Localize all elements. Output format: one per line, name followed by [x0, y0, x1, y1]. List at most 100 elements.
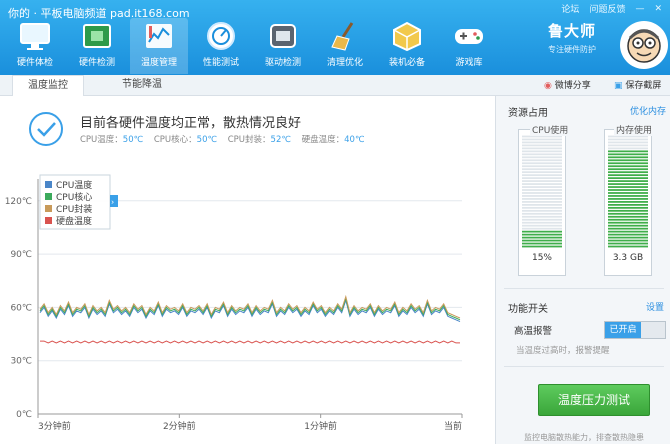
minimize-icon[interactable]: — — [635, 4, 644, 14]
meter-segment — [608, 221, 648, 224]
meter-segment — [522, 239, 562, 242]
cpu-usage-meter: 15% — [518, 129, 566, 276]
meter-segment — [608, 171, 648, 174]
nav-essentials[interactable]: 装机必备 — [378, 18, 436, 74]
legend-swatch — [45, 193, 52, 200]
weibo-share-button[interactable]: ◉ 微博分享 — [544, 78, 591, 91]
close-icon[interactable]: ✕ — [654, 4, 662, 14]
readout-value: 50℃ — [122, 135, 144, 145]
window-controls: 论坛 问题反馈 — ✕ — [561, 2, 662, 16]
status-title: 目前各硬件温度均正常，散热情况良好 — [80, 116, 302, 131]
y-tick-label: 0℃ — [16, 410, 32, 420]
readout-label: 硬盘温度： — [301, 135, 345, 145]
meter-segment — [522, 227, 562, 230]
nav-driver[interactable]: 驱动检测 — [254, 18, 312, 74]
meter-segment — [522, 198, 562, 200]
meter-segment — [522, 174, 562, 177]
meter-segment — [608, 201, 648, 203]
meter-segment — [522, 141, 562, 144]
temperature-readouts: CPU温度：50℃ CPU核心：50℃ CPU封装：52℃ 硬盘温度：40℃ — [80, 133, 373, 145]
meter-segment — [608, 239, 648, 242]
feedback-link[interactable]: 问题反馈 — [589, 2, 625, 15]
gamepad-icon — [455, 29, 483, 44]
meter-segment — [608, 209, 648, 212]
meter-segment — [522, 195, 562, 197]
readout-label: CPU核心： — [153, 135, 197, 145]
meter-segment — [522, 162, 562, 165]
meter-segment — [522, 171, 562, 174]
temperature-chart: 0℃ 30℃ 60℃ 90℃ 120℃ 3分钟前 2分钟前 1分钟前 当前 CPU温度CPU核心C… — [5, 174, 463, 432]
forum-link[interactable]: 论坛 — [561, 2, 579, 15]
gauge-icon — [207, 22, 235, 50]
nav-hardware-detect[interactable]: 硬件检测 — [68, 18, 126, 74]
meter-segment — [608, 159, 648, 162]
camera-icon: ▣ — [614, 81, 623, 91]
meter-segment — [522, 236, 562, 239]
readout-label: CPU温度： — [80, 135, 123, 145]
weibo-icon: ◉ — [544, 81, 552, 91]
y-tick-label: 30℃ — [10, 357, 32, 367]
meter-segment — [522, 245, 562, 248]
meter-segment — [522, 192, 562, 194]
meter-segment — [608, 192, 648, 194]
nav-temperature[interactable]: 温度管理 — [130, 18, 188, 74]
meter-segment — [522, 215, 562, 218]
meter-segment — [608, 206, 648, 209]
nav-label: 性能测试 — [202, 58, 239, 68]
divider — [504, 366, 664, 367]
tab-bar: 温度监控 节能降温 ◉ 微博分享 ▣ 保存截屏 — [0, 75, 670, 96]
save-screenshot-button[interactable]: ▣ 保存截屏 — [614, 78, 661, 91]
meter-segment — [608, 162, 648, 165]
app-window: 你的 · 平板电脑频道 pad.it168.com 论坛 问题反馈 — ✕ 硬件… — [0, 0, 670, 444]
nav-cleanup[interactable]: 清理优化 — [316, 18, 374, 74]
x-tick-label: 当前 — [444, 420, 462, 432]
mascot-avatar — [620, 21, 668, 69]
chevron-right-icon: › — [111, 198, 114, 207]
legend-swatch — [45, 205, 52, 212]
meter-segment — [608, 153, 648, 156]
meter-segment — [522, 144, 562, 147]
meter-segment — [522, 147, 562, 150]
meter-segment — [608, 227, 648, 230]
readout-label: CPU封装： — [227, 135, 271, 145]
chip-icon — [83, 24, 111, 48]
meter-segment — [522, 209, 562, 212]
meter-segment — [608, 186, 648, 188]
tab-power-save[interactable]: 节能降温 — [112, 75, 172, 95]
brand: 鲁大师 专注硬件防护 — [548, 20, 614, 55]
x-tick-label: 3分钟前 — [38, 420, 71, 432]
legend-label: CPU温度 — [56, 179, 92, 191]
meter-segment — [522, 206, 562, 209]
meter-segment — [608, 180, 648, 182]
broom-icon — [331, 22, 354, 51]
memory-usage-bars — [608, 135, 648, 248]
settings-link[interactable]: 设置 — [646, 300, 664, 313]
readout-value: 52℃ — [270, 135, 291, 145]
meter-segment — [522, 212, 562, 215]
stress-test-button[interactable]: 温度压力测试 — [538, 384, 650, 416]
nav-performance[interactable]: 性能测试 — [192, 18, 250, 74]
nav-label: 硬件检测 — [78, 58, 115, 68]
meter-segment — [522, 233, 562, 236]
tab-temperature-monitor[interactable]: 温度监控 — [12, 75, 84, 96]
memory-usage-value: 3.3 GB — [612, 253, 644, 263]
meter-segment — [608, 212, 648, 215]
feature-title: 功能开关 — [508, 304, 548, 315]
y-tick-label: 60℃ — [10, 303, 32, 313]
optimize-memory-link[interactable]: 优化内存 — [630, 104, 666, 117]
meter-segment — [522, 168, 562, 171]
box-icon — [393, 21, 421, 52]
nav-hardware-checkup[interactable]: 硬件体检 — [6, 18, 64, 74]
meter-segment — [522, 138, 562, 141]
y-tick-label: 90℃ — [10, 250, 32, 260]
meter-segment — [522, 230, 562, 233]
meter-segment — [608, 156, 648, 159]
high-temp-alarm-toggle[interactable]: 已开启 — [604, 321, 666, 339]
meter-segment — [522, 201, 562, 203]
high-temp-alarm-label: 高温报警 — [514, 326, 553, 337]
side-panel: 资源占用 优化内存 15% CPU使用 3.3 GB 内存使用 功能开关 设置 … — [496, 96, 670, 444]
meter-segment — [608, 177, 648, 180]
meter-segment — [522, 165, 562, 168]
alarm-hint: 当温度过高时，报警提醒 — [516, 346, 610, 356]
nav-game-library[interactable]: 游戏库 — [440, 18, 498, 74]
